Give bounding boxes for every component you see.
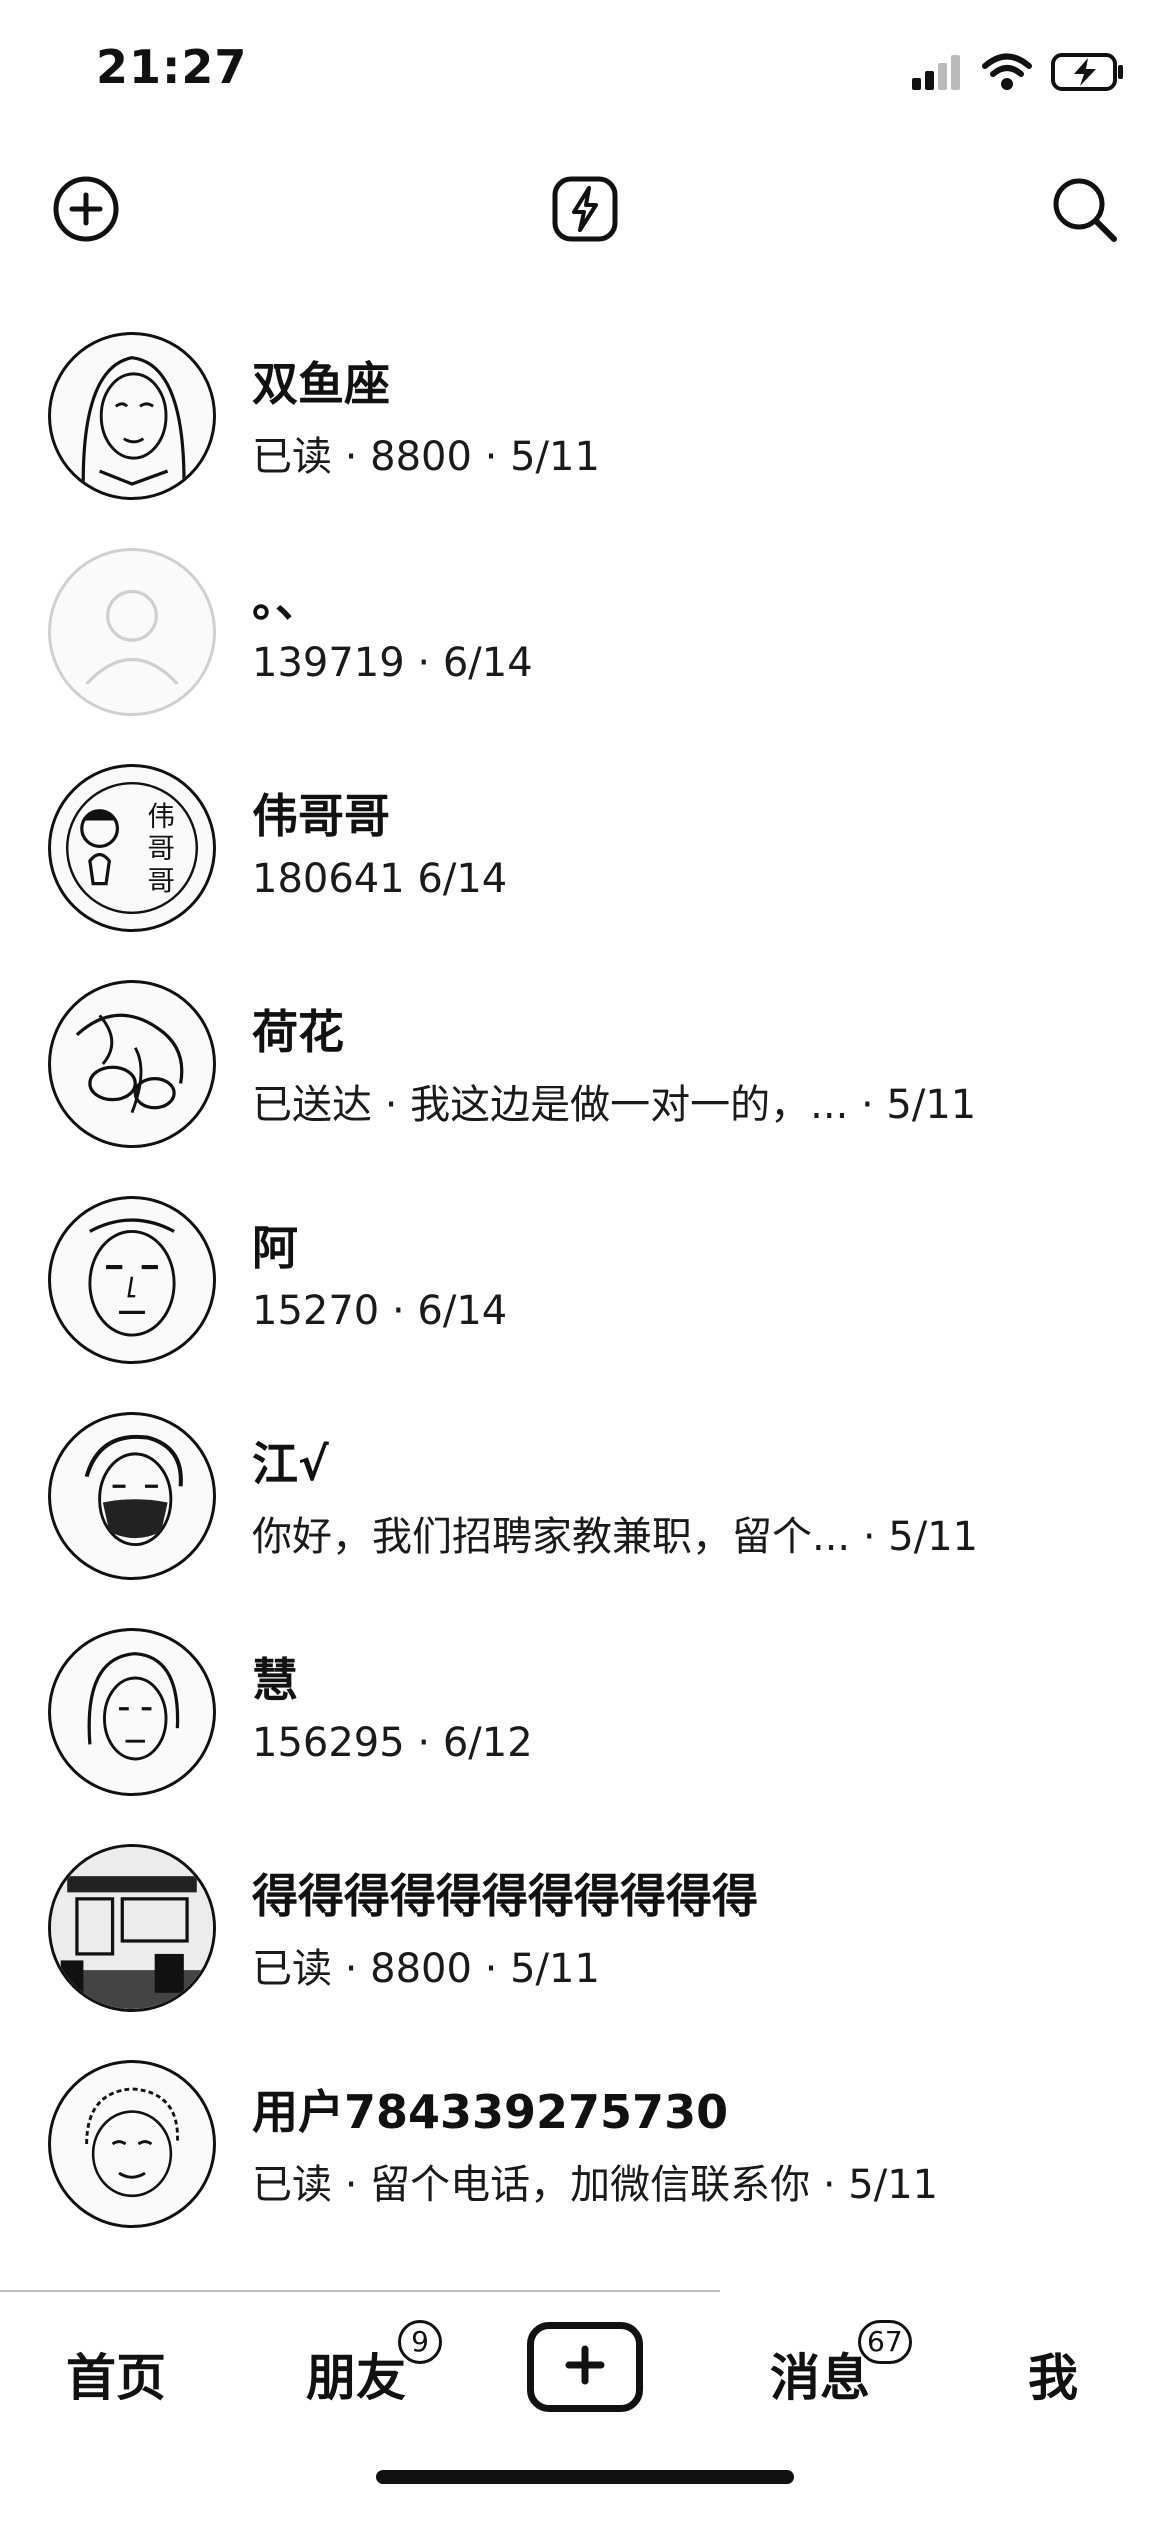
conversation-list: 双鱼座 已读 · 8800 · 5/11 。、 139719 · 6/14 伟 …	[0, 318, 1170, 2262]
tab-messages-label: 消息	[770, 2349, 870, 2407]
avatar	[48, 980, 216, 1148]
conversation-preview: 已读 · 8800 · 5/11	[252, 1946, 600, 1992]
cellular-signal-icon	[910, 54, 964, 94]
conversation-name: 江√	[252, 1437, 329, 1491]
flash-button[interactable]	[549, 175, 621, 247]
plus-circle-icon	[50, 173, 122, 249]
conversation-preview: 156295 · 6/12	[252, 1720, 533, 1766]
conversation-preview: 已读 · 留个电话，加微信联系你 · 5/11	[252, 2162, 939, 2208]
conversation-item[interactable]: 。、 139719 · 6/14	[0, 534, 1170, 750]
tab-messages[interactable]: 消息 67	[770, 2320, 912, 2410]
avatar	[48, 1628, 216, 1796]
status-time: 21:27	[96, 40, 248, 94]
conversation-item[interactable]: 荷花 已送达 · 我这边是做一对一的，... · 5/11	[0, 966, 1170, 1182]
tab-friends-label: 朋友	[306, 2349, 406, 2407]
conversation-item[interactable]: 伟 哥 哥 伟哥哥 180641 6/14	[0, 750, 1170, 966]
conversation-item[interactable]: 江√ 你好，我们招聘家教兼职，留个... · 5/11	[0, 1398, 1170, 1614]
conversation-preview: 你好，我们招聘家教兼职，留个... · 5/11	[252, 1514, 979, 1560]
conversation-preview: 15270 · 6/14	[252, 1288, 508, 1334]
tab-home-label: 首页	[66, 2349, 166, 2407]
conversation-name: 。、	[252, 573, 321, 627]
conversation-name: 用户784339275730	[252, 2085, 729, 2139]
messages-badge: 67	[858, 2320, 912, 2364]
wifi-icon	[982, 53, 1032, 95]
plus-icon	[561, 2341, 609, 2393]
avatar	[48, 332, 216, 500]
avatar	[48, 1412, 216, 1580]
conversation-preview: 139719 · 6/14	[252, 640, 533, 686]
conversation-item[interactable]: 阿 15270 · 6/14	[0, 1182, 1170, 1398]
lightning-icon	[549, 173, 621, 249]
svg-text:伟: 伟	[147, 800, 175, 832]
conversation-item[interactable]: 慧 156295 · 6/12	[0, 1614, 1170, 1830]
conversation-name: 阿	[252, 1221, 298, 1275]
tab-friends[interactable]: 朋友 9	[306, 2320, 442, 2410]
conversation-name: 荷花	[252, 1005, 344, 1059]
top-toolbar	[0, 150, 1170, 270]
add-friend-button[interactable]	[50, 175, 122, 247]
conversation-item[interactable]: 双鱼座 已读 · 8800 · 5/11	[0, 318, 1170, 534]
conversation-preview: 180641 6/14	[252, 856, 508, 902]
search-icon	[1048, 173, 1120, 249]
conversation-name: 双鱼座	[252, 357, 390, 411]
search-button[interactable]	[1048, 175, 1120, 247]
tab-me[interactable]: 我	[1028, 2338, 1078, 2410]
tab-bar-divider	[0, 2290, 720, 2292]
conversation-preview: 已读 · 8800 · 5/11	[252, 434, 600, 480]
friends-badge: 9	[398, 2320, 442, 2364]
svg-text:哥: 哥	[147, 865, 175, 897]
status-icons	[910, 52, 1126, 96]
conversation-preview: 已送达 · 我这边是做一对一的，... · 5/11	[252, 1082, 977, 1128]
home-indicator	[376, 2470, 794, 2484]
avatar	[48, 1844, 216, 2012]
conversation-item[interactable]: 用户784339275730 已读 · 留个电话，加微信联系你 · 5/11	[0, 2046, 1170, 2262]
bottom-tab-bar: 首页 朋友 9 消息 67 我	[0, 2300, 1170, 2440]
conversation-item[interactable]: 得得得得得得得得得得得 已读 · 8800 · 5/11	[0, 1830, 1170, 2046]
avatar: 伟 哥 哥	[48, 764, 216, 932]
avatar	[48, 2060, 216, 2228]
avatar	[48, 548, 216, 716]
conversation-name: 得得得得得得得得得得得	[252, 1869, 758, 1923]
tab-me-label: 我	[1028, 2349, 1078, 2407]
create-post-button[interactable]	[527, 2322, 643, 2412]
svg-text:哥: 哥	[147, 833, 175, 865]
status-bar: 21:27	[0, 0, 1170, 150]
conversation-name: 伟哥哥	[252, 789, 390, 843]
avatar	[48, 1196, 216, 1364]
conversation-name: 慧	[252, 1653, 298, 1707]
battery-charging-icon	[1050, 52, 1126, 96]
tab-home[interactable]: 首页	[66, 2338, 166, 2410]
